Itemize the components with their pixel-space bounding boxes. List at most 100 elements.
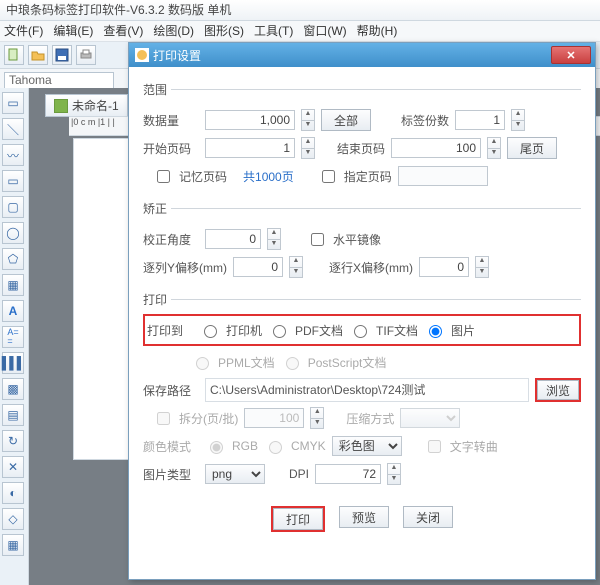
browse-button[interactable]: 浏览 [537,380,579,400]
document-tab-label: 未命名-1 [72,97,119,114]
radio-ppml [196,357,209,370]
label-radio-ppml: PPML文档 [218,354,275,371]
tool-qrcode-icon[interactable]: ▩ [2,378,24,400]
tool-cross-icon[interactable]: ✕ [2,456,24,478]
print-button[interactable]: 打印 [273,508,323,530]
radio-postscript [286,357,299,370]
menu-view[interactable]: 查看(V) [103,21,143,41]
input-xoffset[interactable] [419,257,469,277]
dialog-icon [135,48,149,62]
label-copies: 标签份数 [401,112,449,129]
menu-shape[interactable]: 图形(S) [204,21,244,41]
tool-palette: ▭ ＼ 〰 ▭ ▢ ◯ ⬠ ▦ A A== ▌▌▌ ▩ ▤ ↻ ✕ ◐ ◇ ▦ [0,88,29,585]
radio-tif[interactable] [354,325,367,338]
label-radio-tif: TIF文档 [376,322,418,339]
toolbar-save-icon[interactable] [52,45,72,65]
label-rgb: RGB [232,439,258,453]
select-color[interactable]: 彩色图 [332,436,402,456]
tool-curve-icon[interactable]: 〰 [2,144,24,166]
tool-richtext-icon[interactable]: A== [2,326,24,348]
highlight-print-to: 打印到 打印机 PDF文档 TIF文档 图片 [143,314,581,346]
menu-draw[interactable]: 绘图(D) [153,21,194,41]
tool-rect-icon[interactable]: ▭ [2,170,24,192]
tool-table-icon[interactable]: ▦ [2,274,24,296]
input-start-page[interactable] [205,138,295,158]
tool-grid-icon[interactable]: ▦ [2,534,24,556]
input-yoffset[interactable] [233,257,283,277]
preview-button[interactable]: 预览 [339,506,389,528]
lastpage-button[interactable]: 尾页 [507,137,557,159]
menu-help[interactable]: 帮助(H) [357,21,398,41]
tool-ellipse-icon[interactable]: ◯ [2,222,24,244]
spinner-yoffset[interactable]: ▲▼ [289,256,303,278]
dialog-close-button[interactable]: ✕ [551,46,591,64]
select-image-type[interactable]: png [205,464,265,484]
label-start-page: 开始页码 [143,140,199,157]
radio-image[interactable] [429,325,442,338]
group-correct-legend: 矫正 [143,200,171,217]
label-radio-image: 图片 [451,322,475,339]
radio-cmyk [269,441,282,454]
label-print-to: 打印到 [147,322,193,339]
tool-diamond-icon[interactable]: ◇ [2,508,24,530]
group-range-legend: 范围 [143,81,171,98]
label-mirror: 水平镜像 [333,231,381,248]
dialog-titlebar[interactable]: 打印设置 ✕ [129,43,595,67]
label-radio-pdf: PDF文档 [295,322,343,339]
label-radio-printer: 打印机 [226,322,262,339]
label-yoffset: 逐列Y偏移(mm) [143,259,227,276]
app-titlebar: 中琅条码标签打印软件-V6.3.2 数码版 单机 [0,0,600,21]
radio-pdf[interactable] [273,325,286,338]
menu-file[interactable]: 文件(F) [4,21,43,41]
toolbar-new-icon[interactable] [4,45,24,65]
tool-text-icon[interactable]: A [2,300,24,322]
menu-window[interactable]: 窗口(W) [303,21,346,41]
spinner-end[interactable]: ▲▼ [487,137,501,159]
spinner-split: ▲▼ [310,407,324,429]
tool-polygon-icon[interactable]: ⬠ [2,248,24,270]
radio-rgb [210,441,223,454]
tool-image-icon[interactable]: ▤ [2,404,24,426]
chk-remember-page[interactable] [157,170,170,183]
app-menubar: 文件(F) 编辑(E) 查看(V) 绘图(D) 图形(S) 工具(T) 窗口(W… [0,21,600,42]
chk-specify-page[interactable] [322,170,335,183]
tool-barcode-icon[interactable]: ▌▌▌ [2,352,24,374]
radio-printer[interactable] [204,325,217,338]
document-tab[interactable]: 未命名-1 [45,94,128,117]
tool-rotate-icon[interactable]: ↻ [2,430,24,452]
label-angle: 校正角度 [143,231,199,248]
close-button[interactable]: 关闭 [403,506,453,528]
toolbar-open-icon[interactable] [28,45,48,65]
label-text-outline: 文字转曲 [450,438,498,455]
tool-roundrect-icon[interactable]: ▢ [2,196,24,218]
menu-edit[interactable]: 编辑(E) [53,21,93,41]
input-copies[interactable] [455,110,505,130]
tool-cursor-icon[interactable]: ▭ [2,92,24,114]
all-button[interactable]: 全部 [321,109,371,131]
group-print: 打印 打印到 打印机 PDF文档 TIF文档 图片 PPML文档 [143,291,581,492]
chk-mirror[interactable] [311,233,324,246]
chk-split [157,412,170,425]
spinner-xoffset[interactable]: ▲▼ [475,256,489,278]
highlight-browse: 浏览 [535,378,581,402]
label-image-type: 图片类型 [143,466,199,483]
input-angle[interactable] [205,229,261,249]
spinner-data-count[interactable]: ▲▼ [301,109,315,131]
group-print-legend: 打印 [143,291,171,308]
tool-line-icon[interactable]: ＼ [2,118,24,140]
label-color-mode: 颜色模式 [143,438,199,455]
input-dpi[interactable] [315,464,381,484]
label-specify-page: 指定页码 [344,168,392,185]
group-correct: 矫正 校正角度 ▲▼ 水平镜像 逐列Y偏移(mm) ▲▼ 逐行X偏移(mm) ▲… [143,200,581,285]
input-end-page[interactable] [391,138,481,158]
toolbar-print-icon[interactable] [76,45,96,65]
menu-tools[interactable]: 工具(T) [254,21,293,41]
input-data-count[interactable] [205,110,295,130]
spinner-copies[interactable]: ▲▼ [511,109,525,131]
spinner-angle[interactable]: ▲▼ [267,228,281,250]
tool-path-cut-icon[interactable]: ◐ [2,482,24,504]
label-compress: 压缩方式 [346,410,394,427]
spinner-dpi[interactable]: ▲▼ [387,463,401,485]
label-end-page: 结束页码 [337,140,385,157]
spinner-start[interactable]: ▲▼ [301,137,315,159]
